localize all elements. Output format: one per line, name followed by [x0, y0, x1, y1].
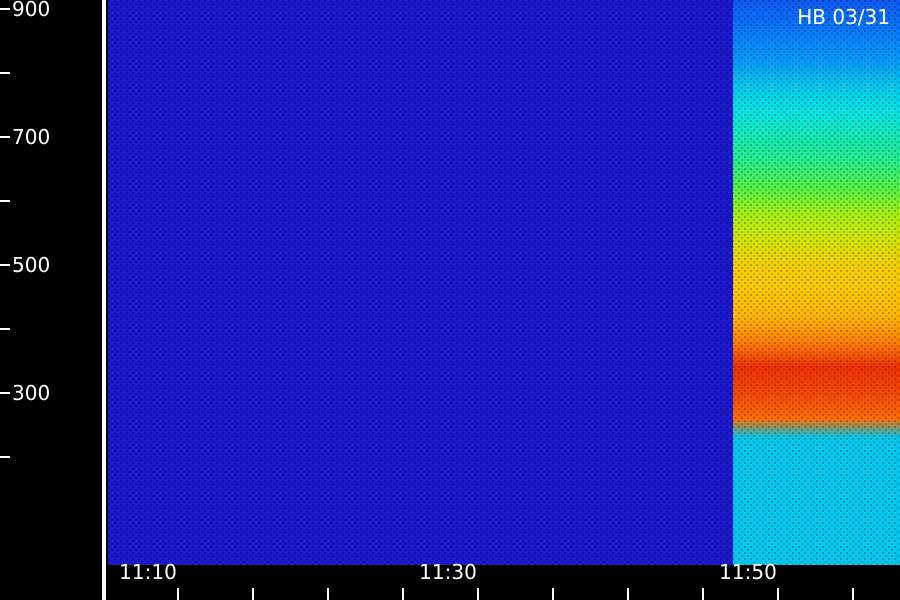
noise-overlay	[108, 0, 900, 565]
x-tick-label: 11:30	[419, 560, 477, 584]
x-tick-label: 11:50	[719, 560, 777, 584]
y-tick-label: 300	[12, 381, 50, 405]
plot-left-border	[102, 0, 106, 600]
y-tick-label: 700	[12, 125, 50, 149]
x-axis: 11:10 11:30 11:50	[102, 560, 854, 600]
x-tick-label: 11:10	[119, 560, 177, 584]
y-tick-label: 900	[12, 0, 50, 21]
y-tick-label: 500	[12, 253, 50, 277]
left-margin	[0, 0, 100, 600]
spectrum-area	[0, 0, 900, 600]
dynamic-spectrum-chart: 3005007009001100 11:1011:3011:50 HB 03/3…	[0, 0, 900, 600]
chart-title: HB 03/31	[797, 5, 890, 29]
